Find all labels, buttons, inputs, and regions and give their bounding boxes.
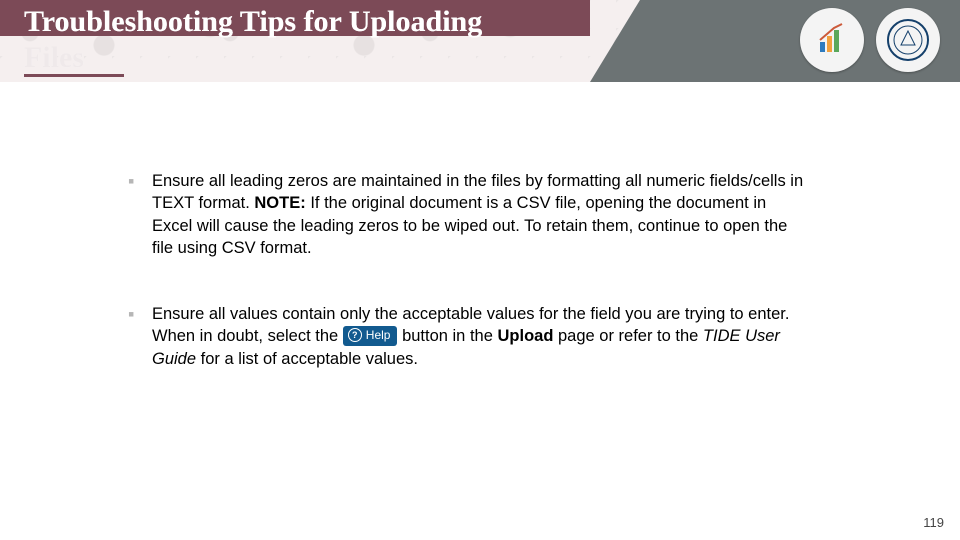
bullet-text: Ensure all leading zeros are maintained …: [152, 170, 808, 259]
content-area: ▪ Ensure all leading zeros are maintaine…: [128, 170, 808, 414]
page-number: 119: [923, 515, 944, 530]
bullet2-mid2: page or refer to the: [553, 327, 703, 345]
title-underline: [24, 74, 124, 77]
assessment-logo-icon: [800, 8, 864, 72]
bullet2-mid: button in the: [402, 327, 497, 345]
help-button[interactable]: ? Help: [343, 326, 398, 345]
title-line2: Files: [24, 41, 84, 74]
bullet2-upload: Upload: [497, 327, 553, 345]
bullet-item: ▪ Ensure all values contain only the acc…: [128, 303, 808, 370]
help-button-label: Help: [366, 327, 391, 343]
bullet1-note-label: NOTE:: [254, 194, 305, 212]
page-title: Troubleshooting Tips for Uploading Files: [24, 4, 584, 76]
bullet-text: Ensure all values contain only the accep…: [152, 303, 808, 370]
title-line1: Troubleshooting Tips for Uploading: [24, 5, 482, 38]
bullet-marker-icon: ▪: [128, 303, 152, 370]
bullet2-tail: for a list of acceptable values.: [196, 350, 418, 368]
bullet-item: ▪ Ensure all leading zeros are maintaine…: [128, 170, 808, 259]
help-question-icon: ?: [348, 328, 362, 342]
bullet-marker-icon: ▪: [128, 170, 152, 259]
state-seal-icon: [876, 8, 940, 72]
